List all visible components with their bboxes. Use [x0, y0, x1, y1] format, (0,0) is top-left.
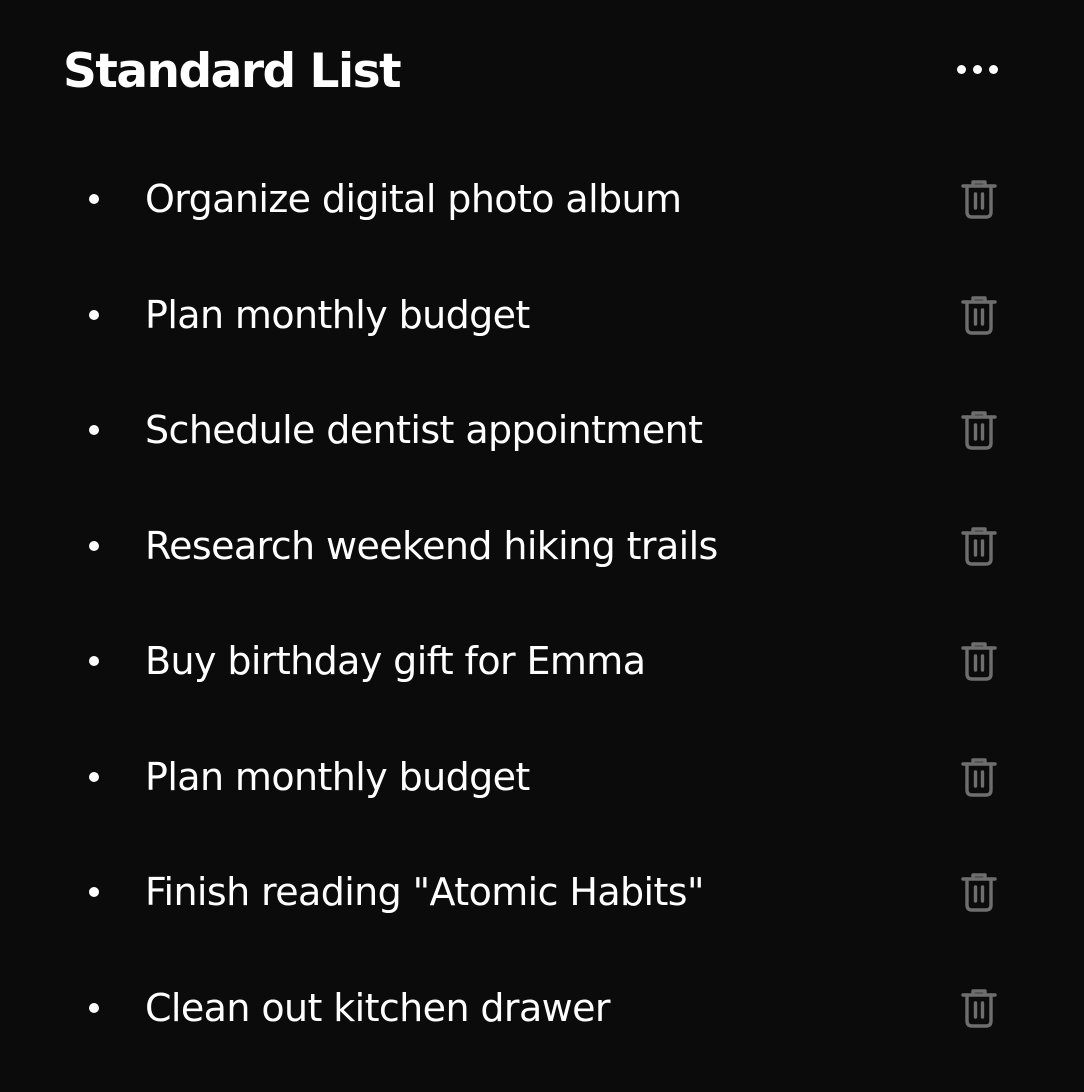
bullet-icon — [89, 309, 99, 320]
delete-item-button[interactable] — [958, 986, 1000, 1030]
bullet-icon — [89, 1002, 99, 1013]
delete-item-button[interactable] — [958, 408, 1000, 452]
bullet-icon — [89, 656, 99, 666]
delete-item-button[interactable] — [958, 870, 1000, 914]
more-dot-icon — [957, 65, 966, 74]
more-options-button[interactable] — [947, 52, 1011, 88]
trash-icon — [961, 873, 997, 912]
list-item-label: Clean out kitchen drawer — [145, 985, 611, 1030]
list-item: Schedule dentist appointment — [0, 371, 1084, 487]
delete-item-button[interactable] — [958, 293, 1000, 337]
list-item: Buy birthday gift for Emma — [0, 602, 1084, 718]
list-item: Plan monthly budget — [0, 718, 1084, 834]
list-item-label: Schedule dentist appointment — [145, 408, 703, 452]
trash-icon — [961, 526, 997, 566]
list-header: Standard List — [63, 40, 1023, 104]
bullet-icon — [89, 540, 99, 551]
list-item-label: Finish reading "Atomic Habits" — [145, 870, 704, 914]
delete-item-button[interactable] — [958, 639, 1000, 683]
list-item-label: Plan monthly budget — [145, 292, 530, 337]
list-item: Plan monthly budget — [0, 256, 1084, 372]
trash-icon — [961, 642, 997, 681]
bullet-icon — [89, 887, 99, 897]
list-item-label: Organize digital photo album — [145, 177, 682, 221]
list-item: Organize digital photo album — [0, 140, 1084, 256]
list-item: Finish reading "Atomic Habits" — [0, 833, 1084, 949]
bullet-icon — [89, 771, 99, 782]
trash-icon — [961, 757, 997, 797]
delete-item-button[interactable] — [958, 524, 1000, 568]
more-dot-icon — [973, 65, 982, 74]
standard-list-panel: Standard List Organize digital photo alb… — [0, 0, 1084, 1092]
bullet-icon — [89, 425, 99, 435]
list-title: Standard List — [63, 44, 402, 99]
more-dot-icon — [989, 65, 998, 74]
list-item-label: Plan monthly budget — [145, 754, 530, 799]
list-item: Clean out kitchen drawer — [0, 949, 1084, 1065]
trash-icon — [961, 295, 997, 335]
list-item-label: Research weekend hiking trails — [145, 523, 718, 568]
delete-item-button[interactable] — [958, 177, 1000, 221]
trash-icon — [961, 411, 997, 450]
trash-icon — [961, 988, 997, 1028]
trash-icon — [961, 180, 997, 219]
todo-list: Organize digital photo album Plan monthl… — [0, 140, 1084, 1064]
list-item-label: Buy birthday gift for Emma — [145, 639, 646, 683]
list-item: Research weekend hiking trails — [0, 487, 1084, 603]
delete-item-button[interactable] — [958, 755, 1000, 799]
bullet-icon — [89, 194, 99, 204]
